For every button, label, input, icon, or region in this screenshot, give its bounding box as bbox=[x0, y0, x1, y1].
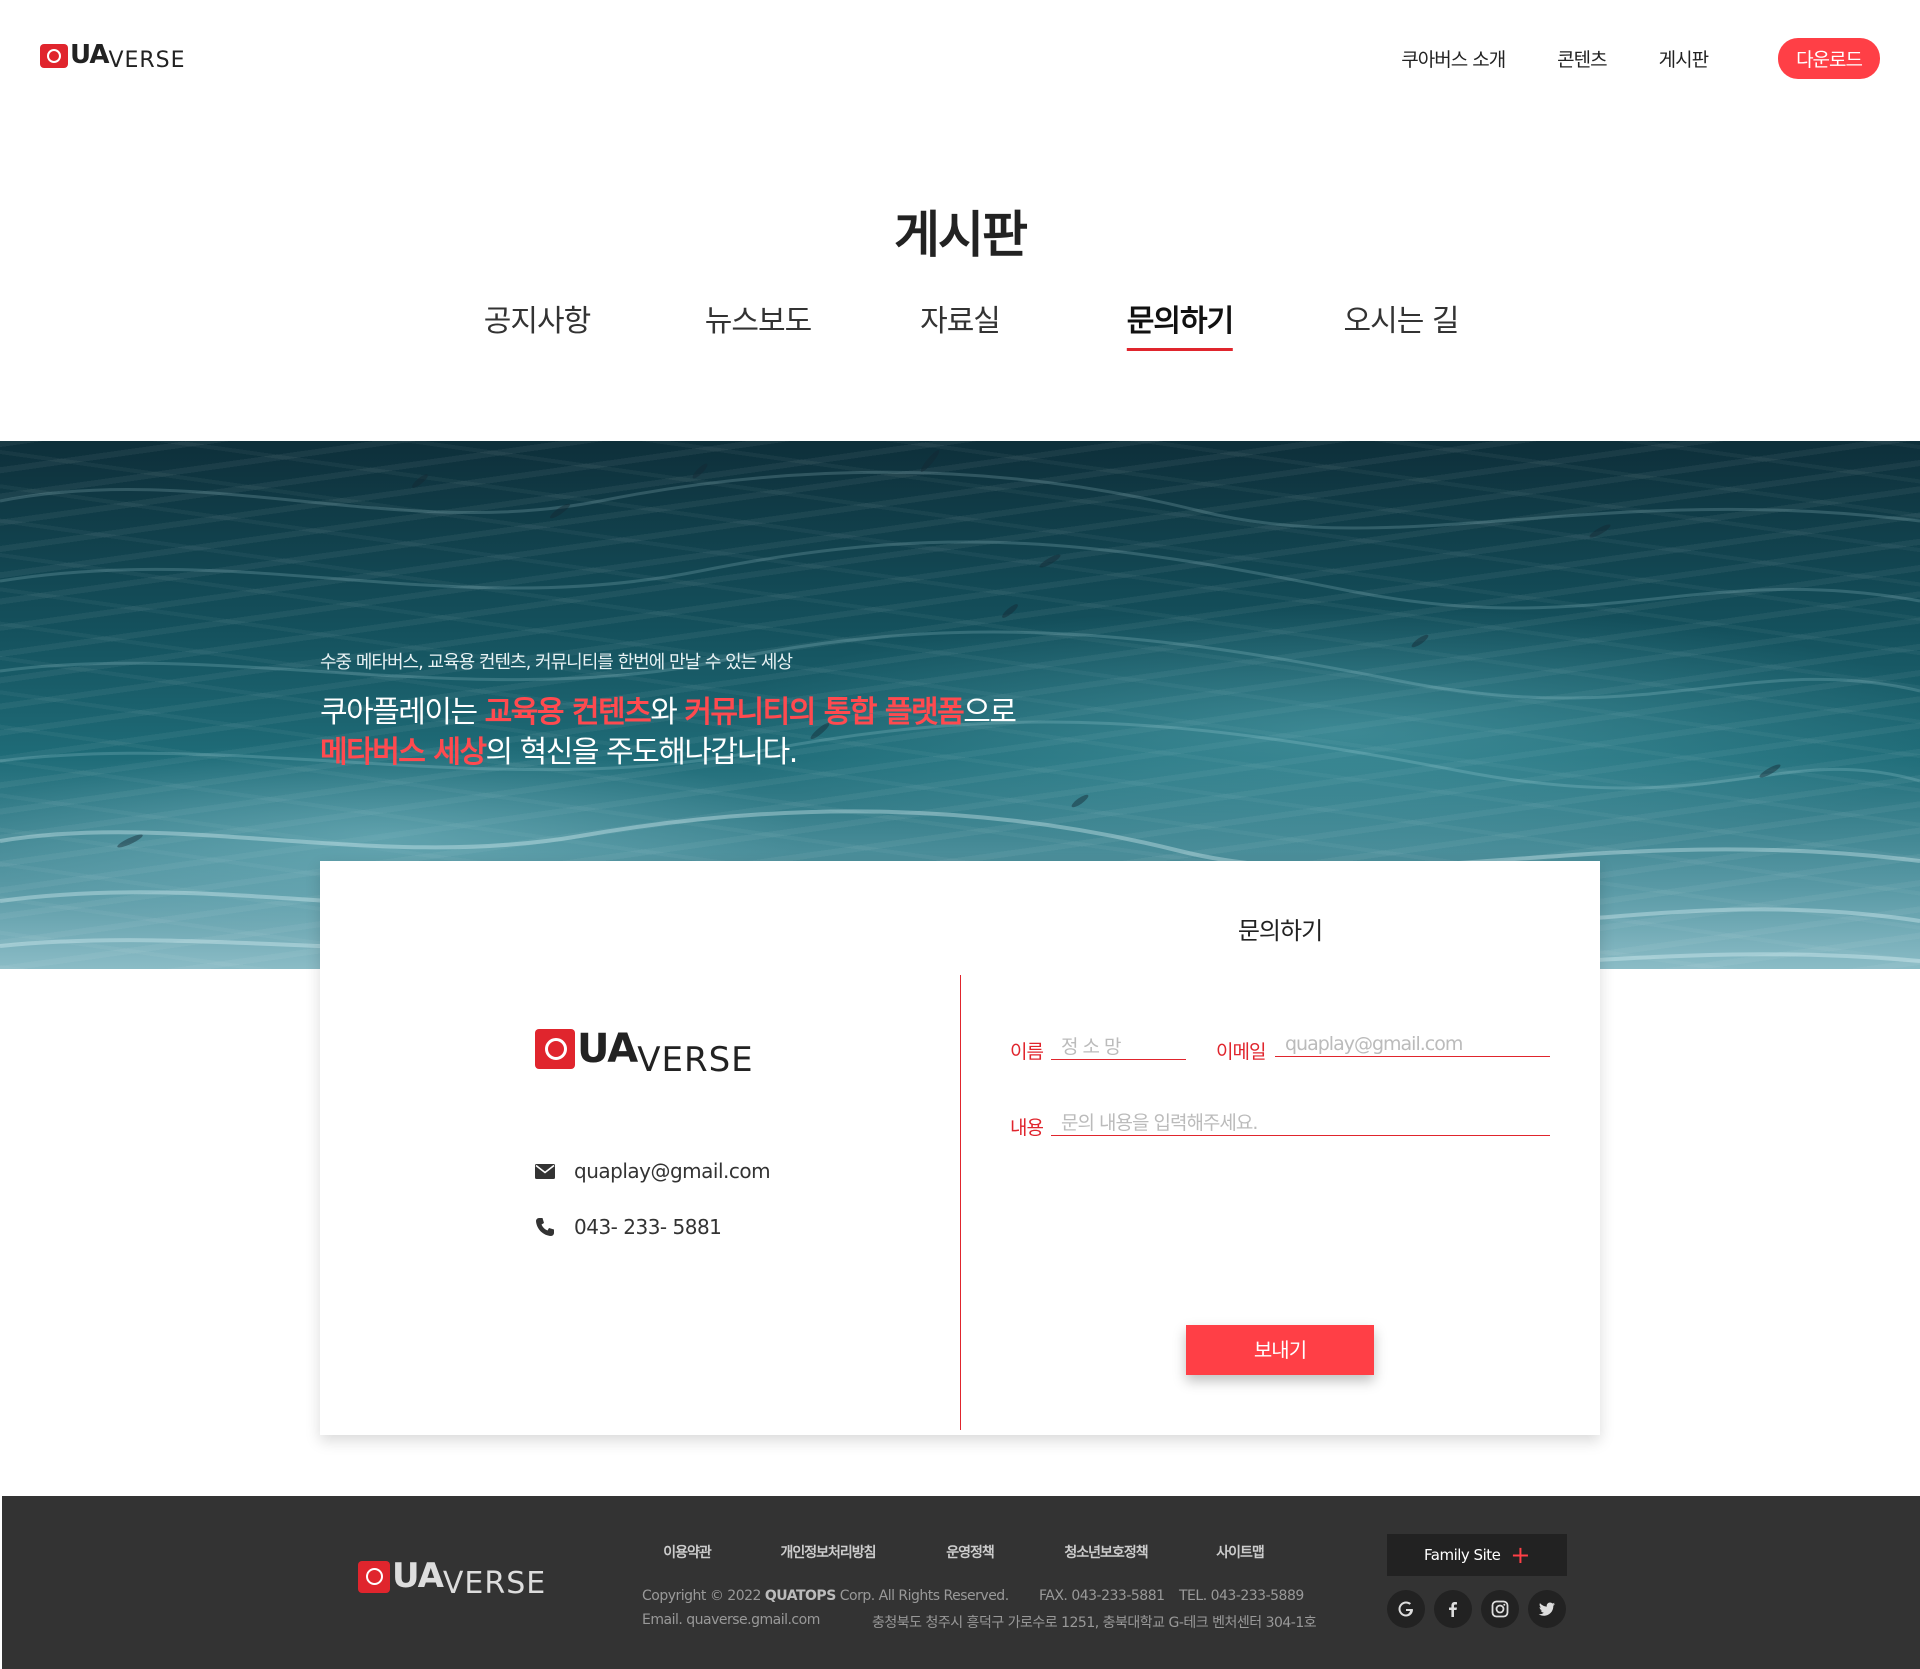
site-footer: UA VERSE 이용약관 개인정보처리방침 운영정책 청소년보호정책 사이트맵… bbox=[2, 1496, 1920, 1669]
content-textarea[interactable]: 문의 내용을 입력해주세요. bbox=[1051, 1112, 1550, 1136]
form-title: 문의하기 bbox=[1237, 917, 1323, 945]
contact-email: quaplay@gmail.com bbox=[574, 1159, 771, 1183]
logo-verse-text: VERSE bbox=[442, 1566, 547, 1601]
footer-copyright: Copyright © 2022 QUATOPS Corp. All Right… bbox=[642, 1588, 1009, 1604]
content-label: 내용 bbox=[1010, 1117, 1044, 1139]
tab-notice[interactable]: 공지사항 bbox=[484, 296, 591, 348]
site-header: UA VERSE 쿠아버스 소개 콘텐츠 게시판 다운로드 bbox=[0, 0, 1920, 105]
contact-phone-row: 043- 233- 5881 bbox=[534, 1215, 722, 1239]
footer-logo[interactable]: UA VERSE bbox=[358, 1556, 546, 1599]
logo-ua-text: UA bbox=[70, 40, 109, 70]
twitter-icon[interactable] bbox=[1528, 1590, 1566, 1628]
hero-headline-line1: 쿠아플레이는 교육용 컨텐츠와 커뮤니티의 통합 플랫폼으로 bbox=[320, 687, 1017, 731]
footer-email: Email. quaverse.gmail.com bbox=[642, 1612, 820, 1628]
main-nav: 쿠아버스 소개 콘텐츠 게시판 다운로드 bbox=[1349, 38, 1880, 79]
family-site-select[interactable]: Family Site + bbox=[1387, 1534, 1567, 1576]
name-label: 이름 bbox=[1010, 1041, 1044, 1063]
logo-ua-text: UA bbox=[577, 1026, 638, 1072]
footer-link-privacy[interactable]: 개인정보처리방침 bbox=[780, 1542, 876, 1562]
footer-link-youth[interactable]: 청소년보호정책 bbox=[1064, 1542, 1148, 1562]
hero-text: 으로 bbox=[963, 695, 1017, 730]
tab-news[interactable]: 뉴스보도 bbox=[705, 296, 812, 348]
contact-phone: 043- 233- 5881 bbox=[574, 1215, 722, 1239]
quaverse-logo[interactable]: UA VERSE bbox=[40, 34, 186, 72]
footer-address: 충청북도 청주시 흥덕구 가로수로 1251, 충북대학교 G-테크 벤처센터 … bbox=[872, 1615, 1317, 1631]
envelope-icon bbox=[534, 1160, 556, 1182]
phone-icon bbox=[534, 1216, 556, 1238]
name-input[interactable]: 정 소 망 bbox=[1051, 1036, 1186, 1060]
copyright-prefix: Copyright © 2022 bbox=[642, 1588, 765, 1604]
hero-headline-line2: 메타버스 세상의 혁신을 주도해나갑니다. bbox=[320, 727, 799, 771]
nav-contents[interactable]: 콘텐츠 bbox=[1557, 45, 1607, 72]
nav-about[interactable]: 쿠아버스 소개 bbox=[1401, 45, 1506, 72]
logo-q-mark bbox=[535, 1029, 575, 1069]
footer-tel: TEL. 043-233-5889 bbox=[1179, 1588, 1304, 1604]
page-title: 게시판 bbox=[894, 206, 1028, 264]
hero-highlight: 교육용 컨텐츠 bbox=[484, 695, 652, 730]
footer-link-sitemap[interactable]: 사이트맵 bbox=[1216, 1542, 1265, 1562]
hero-subtitle: 수중 메타버스, 교육용 컨텐츠, 커뮤니티를 한번에 만날 수 있는 세상 bbox=[320, 652, 793, 673]
logo-verse-text: VERSE bbox=[637, 1040, 754, 1080]
hero-highlight: 메타버스 세상 bbox=[320, 735, 487, 770]
hero-text: 의 혁신을 주도해나갑니다. bbox=[485, 735, 799, 770]
submit-button[interactable]: 보내기 bbox=[1186, 1325, 1374, 1375]
footer-link-terms[interactable]: 이용약관 bbox=[663, 1542, 712, 1562]
logo-q-mark bbox=[358, 1561, 390, 1593]
plus-icon: + bbox=[1510, 1541, 1530, 1569]
logo-q-mark bbox=[40, 44, 68, 68]
logo-ua-text: UA bbox=[392, 1556, 444, 1596]
email-label: 이메일 bbox=[1216, 1041, 1266, 1063]
facebook-icon[interactable] bbox=[1434, 1590, 1472, 1628]
email-input[interactable]: quaplay@gmail.com bbox=[1275, 1033, 1550, 1057]
copyright-company: QUATOPS bbox=[764, 1588, 836, 1604]
tab-inquiry[interactable]: 문의하기 bbox=[1126, 296, 1234, 351]
instagram-icon[interactable] bbox=[1481, 1590, 1519, 1628]
tab-archive[interactable]: 자료실 bbox=[920, 296, 1001, 348]
footer-fax: FAX. 043-233-5881 bbox=[1039, 1588, 1165, 1604]
logo-verse-text: VERSE bbox=[108, 48, 186, 73]
card-logo: UA VERSE bbox=[535, 1026, 754, 1077]
nav-board[interactable]: 게시판 bbox=[1659, 45, 1709, 72]
copyright-suffix: Corp. All Rights Reserved. bbox=[835, 1588, 1009, 1604]
footer-link-policy[interactable]: 운영정책 bbox=[946, 1542, 995, 1562]
hero-text: 쿠아플레이는 bbox=[320, 695, 485, 730]
download-button[interactable]: 다운로드 bbox=[1778, 38, 1880, 79]
board-tabs: 공지사항 뉴스보도 자료실 문의하기 오시는 길 bbox=[0, 296, 1920, 351]
tab-directions[interactable]: 오시는 길 bbox=[1344, 296, 1460, 348]
google-icon[interactable] bbox=[1387, 1590, 1425, 1628]
hero-highlight: 커뮤니티의 통합 플랫폼 bbox=[684, 695, 964, 730]
card-divider bbox=[960, 975, 961, 1430]
family-site-label: Family Site bbox=[1424, 1546, 1501, 1564]
contact-email-row: quaplay@gmail.com bbox=[534, 1159, 771, 1183]
hero-text: 와 bbox=[650, 695, 685, 730]
contact-card: UA VERSE quaplay@gmail.com 043- 233- 588… bbox=[320, 861, 1600, 1435]
